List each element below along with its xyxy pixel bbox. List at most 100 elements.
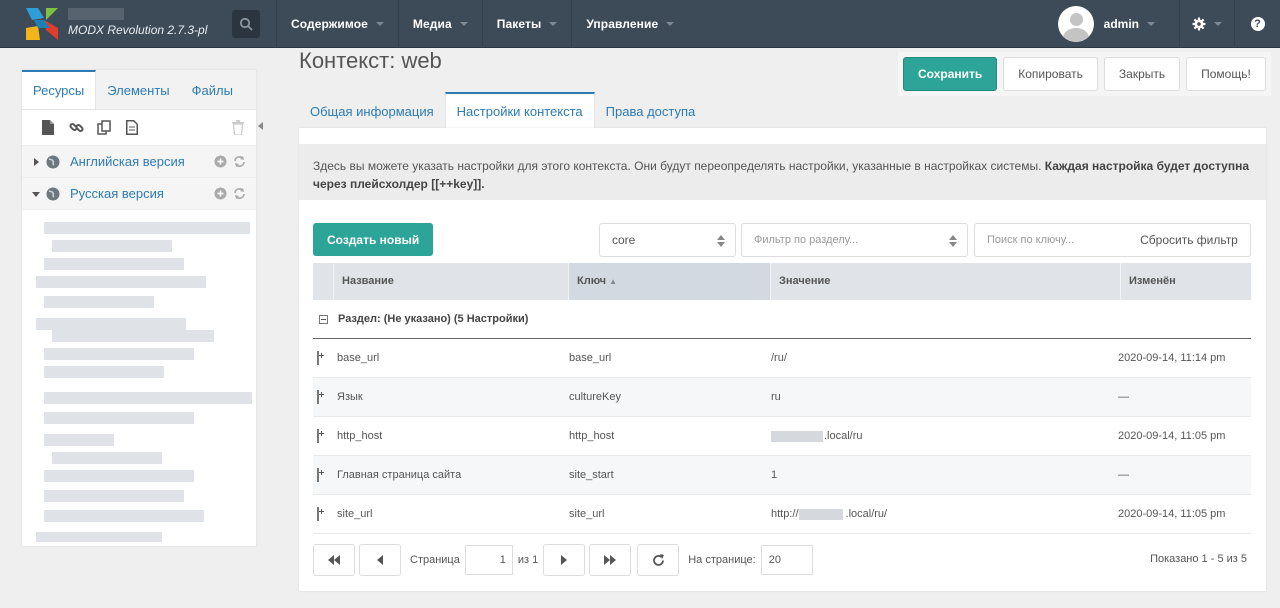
add-icon[interactable] [214, 155, 227, 168]
tree-node-label[interactable]: Русская версия [70, 186, 164, 201]
column-value[interactable]: Значение [771, 263, 1121, 300]
group-header-row[interactable]: Раздел: (Не указано) (5 Настройки) [313, 300, 1251, 339]
setting-value[interactable]: http://.local/ru/ [771, 508, 1118, 520]
chevron-down-icon [666, 22, 675, 26]
add-icon[interactable] [214, 187, 227, 200]
refresh-grid-button[interactable] [637, 544, 680, 576]
help-icon: ? [1250, 17, 1265, 31]
prev-page-button[interactable] [359, 544, 401, 576]
expand-row-icon[interactable] [317, 390, 319, 404]
refresh-icon[interactable] [233, 155, 246, 168]
grid-header: Название Ключ ▲ Значение Изменён [313, 263, 1251, 300]
setting-edited: 2020-09-14, 11:05 pm [1118, 508, 1226, 520]
settings-menu[interactable] [1179, 0, 1234, 48]
refresh-icon[interactable] [233, 187, 246, 200]
copy-button[interactable]: Копировать [1003, 57, 1098, 91]
menu-content[interactable]: Содержимое [276, 0, 398, 48]
menu-media[interactable]: Медиа [397, 0, 482, 48]
symlink-icon[interactable] [96, 120, 112, 136]
tab-general-info[interactable]: Общая информация [299, 92, 445, 128]
reset-filter-button[interactable]: Сбросить фильтр [1128, 223, 1251, 257]
user-area: admin ? [1057, 0, 1280, 48]
table-row[interactable]: http_host http_host .local/ru 2020-09-14… [313, 417, 1251, 456]
setting-value[interactable]: /ru/ [771, 352, 1118, 364]
tab-elements[interactable]: Элементы [96, 70, 180, 109]
setting-name: http_host [337, 430, 383, 442]
tree-tabs: Ресурсы Элементы Файлы [22, 70, 256, 110]
setting-name: Язык [337, 391, 363, 403]
tree-node-english[interactable]: Английская версия [22, 146, 256, 178]
help-page-button[interactable]: Помощь! [1186, 57, 1266, 91]
page-number-input[interactable]: 1 [464, 545, 513, 575]
chevron-right-icon [561, 555, 568, 565]
setting-key: http_host [569, 430, 615, 442]
setting-key: site_start [569, 469, 614, 481]
globe-icon [46, 155, 60, 168]
last-page-button[interactable] [589, 544, 632, 576]
tab-files[interactable]: Файлы [181, 70, 244, 109]
setting-key: base_url [569, 352, 612, 364]
expand-row-icon[interactable] [317, 507, 319, 521]
tab-access-permissions[interactable]: Права доступа [595, 92, 707, 128]
menu-manage[interactable]: Управление [571, 0, 688, 48]
expand-row-icon[interactable] [317, 351, 319, 365]
display-info: Показано 1 - 5 из 5 [1150, 553, 1247, 565]
collapse-sidebar-icon[interactable] [258, 122, 263, 130]
sort-asc-icon: ▲ [609, 277, 618, 286]
create-setting-button[interactable]: Создать новый [313, 223, 434, 256]
expand-row-icon[interactable] [317, 429, 319, 443]
per-page-label: На странице: [688, 554, 756, 566]
table-row[interactable]: Язык cultureKey ru — [313, 378, 1251, 417]
avatar[interactable] [1057, 6, 1094, 42]
chevron-down-icon [1214, 22, 1222, 26]
menu-packages[interactable]: Пакеты [481, 0, 572, 48]
context-settings-panel: Здесь вы можете указать настройки для эт… [299, 128, 1266, 591]
per-page-input[interactable]: 20 [760, 545, 813, 575]
top-navigation-bar: MODX Revolution 2.7.3-pl Содержимое Меди… [0, 0, 1280, 48]
username[interactable]: admin [1104, 17, 1139, 31]
close-button[interactable]: Закрыть [1103, 57, 1181, 91]
action-buttons: Сохранить Копировать Закрыть Помощь! [898, 52, 1271, 96]
column-name[interactable]: Название [334, 263, 569, 300]
column-edited[interactable]: Изменён [1121, 263, 1251, 300]
help-button[interactable]: ? [1234, 0, 1280, 48]
caret-right-icon[interactable] [32, 157, 40, 166]
new-document-icon[interactable] [40, 120, 56, 136]
tab-context-settings[interactable]: Настройки контекста [444, 92, 595, 128]
setting-edited: — [1118, 391, 1129, 403]
next-page-button[interactable] [543, 544, 586, 576]
first-page-button[interactable] [313, 544, 355, 576]
modx-logo[interactable] [24, 6, 60, 42]
search-key-input[interactable]: Поиск по ключу... [974, 223, 1129, 257]
trash-icon[interactable] [232, 120, 244, 138]
chevron-down-icon [375, 22, 384, 26]
tree-node-label[interactable]: Английская версия [70, 154, 185, 169]
context-tabs: Общая информация Настройки контекста Пра… [299, 92, 706, 128]
tree-node-russian[interactable]: Русская версия [22, 178, 256, 210]
search-icon[interactable] [232, 10, 260, 38]
area-filter-select[interactable]: Фильтр по разделу... [741, 223, 968, 257]
save-button[interactable]: Сохранить [903, 57, 998, 91]
tab-resources[interactable]: Ресурсы [22, 70, 97, 109]
static-resource-icon[interactable] [124, 120, 140, 136]
pagination-bar: Страница 1 из 1 На странице: 20 Показано… [313, 544, 1251, 576]
resource-tree-panel: Ресурсы Элементы Файлы Английская версия… [22, 70, 256, 546]
setting-value[interactable]: 1 [771, 469, 1118, 481]
setting-value[interactable]: .local/ru [771, 430, 1118, 442]
table-row[interactable]: site_url site_url http://.local/ru/ 2020… [313, 495, 1251, 534]
expand-row-icon[interactable] [317, 468, 319, 482]
setting-value[interactable]: ru [771, 391, 1118, 403]
setting-name: base_url [337, 352, 380, 364]
blurred-domain [798, 508, 843, 520]
expander-column [313, 263, 334, 300]
caret-down-icon[interactable] [32, 190, 40, 198]
weblink-icon[interactable] [68, 120, 84, 136]
column-key[interactable]: Ключ ▲ [569, 263, 771, 300]
namespace-select[interactable]: core [599, 223, 736, 257]
settings-description: Здесь вы можете указать настройки для эт… [299, 144, 1266, 200]
collapse-group-icon[interactable] [319, 314, 328, 324]
setting-edited: — [1118, 469, 1129, 481]
table-row[interactable]: base_url base_url /ru/ 2020-09-14, 11:14… [313, 339, 1251, 378]
table-row[interactable]: Главная страница сайта site_start 1 — [313, 456, 1251, 495]
page-title: Контекст: web [299, 48, 442, 73]
